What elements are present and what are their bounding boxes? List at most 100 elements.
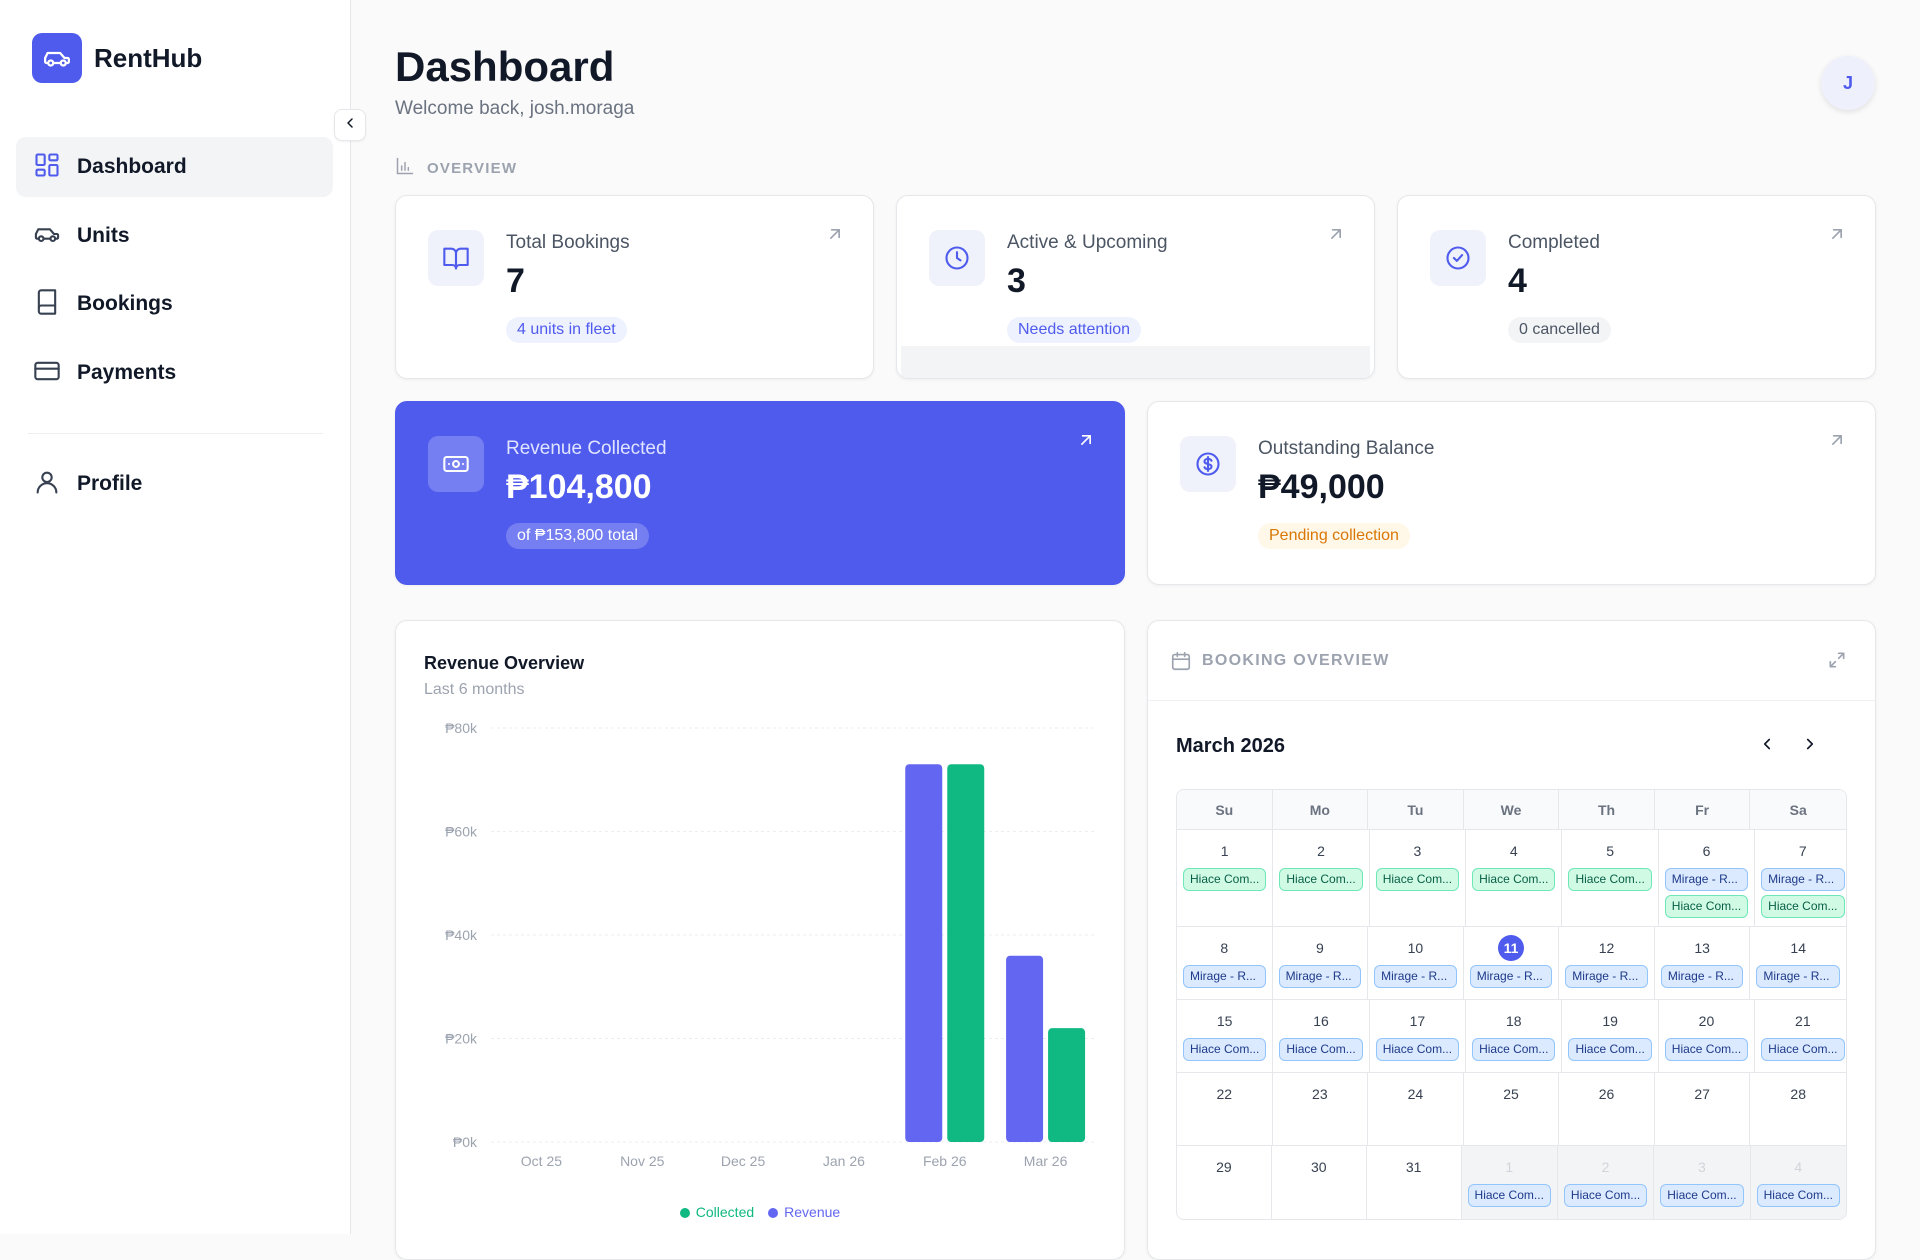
calendar-day-cell[interactable]: 28 (1750, 1073, 1846, 1145)
outstanding-balance-card[interactable]: Outstanding Balance ₱49,000 Pending coll… (1147, 401, 1876, 585)
calendar-day-cell[interactable]: 1 Hiace Com... (1177, 830, 1274, 926)
calendar-day-cell[interactable]: 3 Hiace Com... (1370, 830, 1467, 926)
chevron-left-icon (342, 115, 358, 136)
booking-event-chip[interactable]: Hiace Com... (1568, 1038, 1652, 1061)
calendar-day-cell[interactable]: 5 Hiace Com... (1562, 830, 1659, 926)
calendar-day-cell[interactable]: 3 Hiace Com... (1654, 1146, 1751, 1219)
chart-legend: Collected Revenue (396, 1204, 1124, 1220)
total-bookings-card[interactable]: Total Bookings 7 4 units in fleet (395, 195, 874, 379)
arrow-up-right-icon[interactable] (1326, 224, 1346, 249)
calendar-day-cell[interactable]: 23 (1273, 1073, 1369, 1145)
booking-event-chip[interactable]: Hiace Com... (1472, 1038, 1556, 1061)
calendar-day-cell[interactable]: 10 Mirage - R... (1368, 927, 1464, 999)
booking-event-chip[interactable]: Mirage - R... (1469, 965, 1553, 988)
next-month-button[interactable] (1795, 731, 1825, 761)
calendar-day-cell[interactable]: 30 (1272, 1146, 1367, 1219)
stat-value: 4 (1508, 262, 1527, 300)
x-tick-label: Nov 25 (620, 1153, 665, 1169)
sidebar-item-bookings[interactable]: Bookings (16, 274, 333, 334)
calendar-day-cell[interactable]: 11 Mirage - R... (1464, 927, 1560, 999)
calendar-day-cell[interactable]: 4 Hiace Com... (1466, 830, 1563, 926)
calendar-day-cell[interactable]: 7 Mirage - R... Hiace Com... (1755, 830, 1846, 926)
day-number: 3 (1413, 843, 1422, 859)
booking-event-chip[interactable]: Mirage - R... (1664, 868, 1749, 891)
calendar-day-cell[interactable]: 22 (1177, 1073, 1273, 1145)
calendar-day-cell[interactable]: 13 Mirage - R... (1655, 927, 1751, 999)
calendar-day-cell[interactable]: 17 Hiace Com... (1370, 1000, 1467, 1072)
stat-badge: 4 units in fleet (506, 317, 627, 343)
booking-event-chip[interactable]: Hiace Com... (1761, 1038, 1845, 1061)
booking-event-chip[interactable]: Hiace Com... (1183, 868, 1267, 891)
calendar-day-cell[interactable]: 18 Hiace Com... (1466, 1000, 1563, 1072)
booking-event-chip[interactable]: Hiace Com... (1375, 1038, 1460, 1061)
arrow-up-right-icon[interactable] (825, 224, 845, 249)
booking-event-chip[interactable]: Hiace Com... (1279, 1038, 1363, 1061)
calendar-day-cell[interactable]: 20 Hiace Com... (1659, 1000, 1756, 1072)
calendar-day-cell[interactable]: 2 Hiace Com... (1273, 830, 1370, 926)
booking-event-chip[interactable]: Hiace Com... (1568, 868, 1652, 891)
booking-event-chip[interactable]: Hiace Com... (1472, 868, 1556, 891)
avatar[interactable]: J (1821, 56, 1875, 110)
day-number: 25 (1503, 1086, 1519, 1102)
booking-event-chip[interactable]: Hiace Com... (1664, 1038, 1749, 1061)
booking-event-chip[interactable]: Hiace Com... (1761, 895, 1845, 918)
active-upcoming-card[interactable]: Active & Upcoming 3 Needs attention (896, 195, 1375, 379)
booking-event-chip[interactable]: Mirage - R... (1660, 965, 1744, 988)
booking-event-chip[interactable]: Mirage - R... (1183, 965, 1266, 988)
legend-dot (768, 1208, 779, 1218)
calendar-day-cell[interactable]: 9 Mirage - R... (1273, 927, 1369, 999)
legend-item-revenue[interactable]: Revenue (768, 1204, 840, 1220)
calendar-day-cell[interactable]: 14 Mirage - R... (1750, 927, 1846, 999)
calendar-day-cell[interactable]: 24 (1368, 1073, 1464, 1145)
completed-card[interactable]: Completed 4 0 cancelled (1397, 195, 1876, 379)
calendar-month: March 2026 (1176, 735, 1285, 757)
sidebar-item-payments[interactable]: Payments (16, 343, 333, 403)
page-title: Dashboard (395, 43, 615, 90)
calendar-day-cell[interactable]: 2 Hiace Com... (1557, 1146, 1655, 1219)
calendar-day-cell[interactable]: 25 (1464, 1073, 1560, 1145)
calendar-day-cell[interactable]: 6 Mirage - R... Hiace Com... (1659, 830, 1756, 926)
sidebar-item-dashboard[interactable]: Dashboard (16, 137, 333, 197)
calendar-day-cell[interactable]: 16 Hiace Com... (1273, 1000, 1370, 1072)
booking-event-chip[interactable]: Hiace Com... (1563, 1184, 1648, 1207)
calendar-day-cell[interactable]: 19 Hiace Com... (1562, 1000, 1659, 1072)
booking-event-chip[interactable]: Hiace Com... (1756, 1184, 1840, 1207)
revenue-collected-card[interactable]: Revenue Collected ₱104,800 of ₱153,800 t… (395, 401, 1125, 585)
calendar-day-cell[interactable]: 21 Hiace Com... (1755, 1000, 1846, 1072)
booking-event-chip[interactable]: Mirage - R... (1761, 868, 1845, 891)
booking-event-chip[interactable]: Hiace Com... (1467, 1184, 1551, 1207)
booking-event-chip[interactable]: Hiace Com... (1664, 895, 1749, 918)
calendar-day-cell[interactable]: 26 (1559, 1073, 1655, 1145)
arrow-up-right-icon[interactable] (1827, 224, 1847, 249)
booking-event-chip[interactable]: Mirage - R... (1565, 965, 1648, 988)
booking-event-chip[interactable]: Mirage - R... (1374, 965, 1457, 988)
calendar-day-cell[interactable]: 1 Hiace Com... (1461, 1146, 1558, 1219)
booking-event-chip[interactable]: Hiace Com... (1660, 1184, 1744, 1207)
calendar-day-cell[interactable]: 8 Mirage - R... (1177, 927, 1273, 999)
sidebar-item-units[interactable]: Units (16, 206, 333, 266)
booking-event-chip[interactable]: Mirage - R... (1756, 965, 1840, 988)
calendar-day-cell[interactable]: 27 (1655, 1073, 1751, 1145)
booking-event-chip[interactable]: Hiace Com... (1375, 868, 1460, 891)
calendar-header: BOOKING OVERVIEW (1148, 621, 1875, 701)
legend-item-collected[interactable]: Collected (679, 1204, 754, 1220)
calendar-day-cell[interactable]: 29 (1177, 1146, 1272, 1219)
booking-event-chip[interactable]: Hiace Com... (1183, 1038, 1267, 1061)
sidebar-item-profile[interactable]: Profile (16, 454, 333, 514)
booking-event-chip[interactable]: Mirage - R... (1278, 965, 1362, 988)
arrow-up-right-icon[interactable] (1076, 430, 1096, 455)
calendar-day-cell[interactable]: 31 (1367, 1146, 1462, 1219)
day-number: 26 (1598, 1086, 1615, 1102)
brand[interactable]: RentHub (32, 33, 202, 83)
calendar-day-cell[interactable]: 15 Hiace Com... (1177, 1000, 1274, 1072)
weekday-label: Sa (1789, 801, 1807, 818)
prev-month-button[interactable] (1752, 731, 1782, 761)
revenue-overview-card: Revenue Overview Last 6 months ₱0k ₱20k ₱4… (395, 620, 1125, 1260)
calendar-day-cell[interactable]: 4 Hiace Com... (1750, 1146, 1846, 1219)
booking-event-chip[interactable]: Hiace Com... (1279, 868, 1363, 891)
calendar-grid: Su Mo Tu We Th Fr Sa 1 Hiace Com... 2 Hiace… (1176, 789, 1847, 1220)
calendar-day-cell[interactable]: 12 Mirage - R... (1559, 927, 1655, 999)
collapse-sidebar-button[interactable] (334, 109, 366, 141)
arrow-up-right-icon[interactable] (1827, 430, 1847, 455)
expand-icon[interactable] (1827, 650, 1847, 675)
